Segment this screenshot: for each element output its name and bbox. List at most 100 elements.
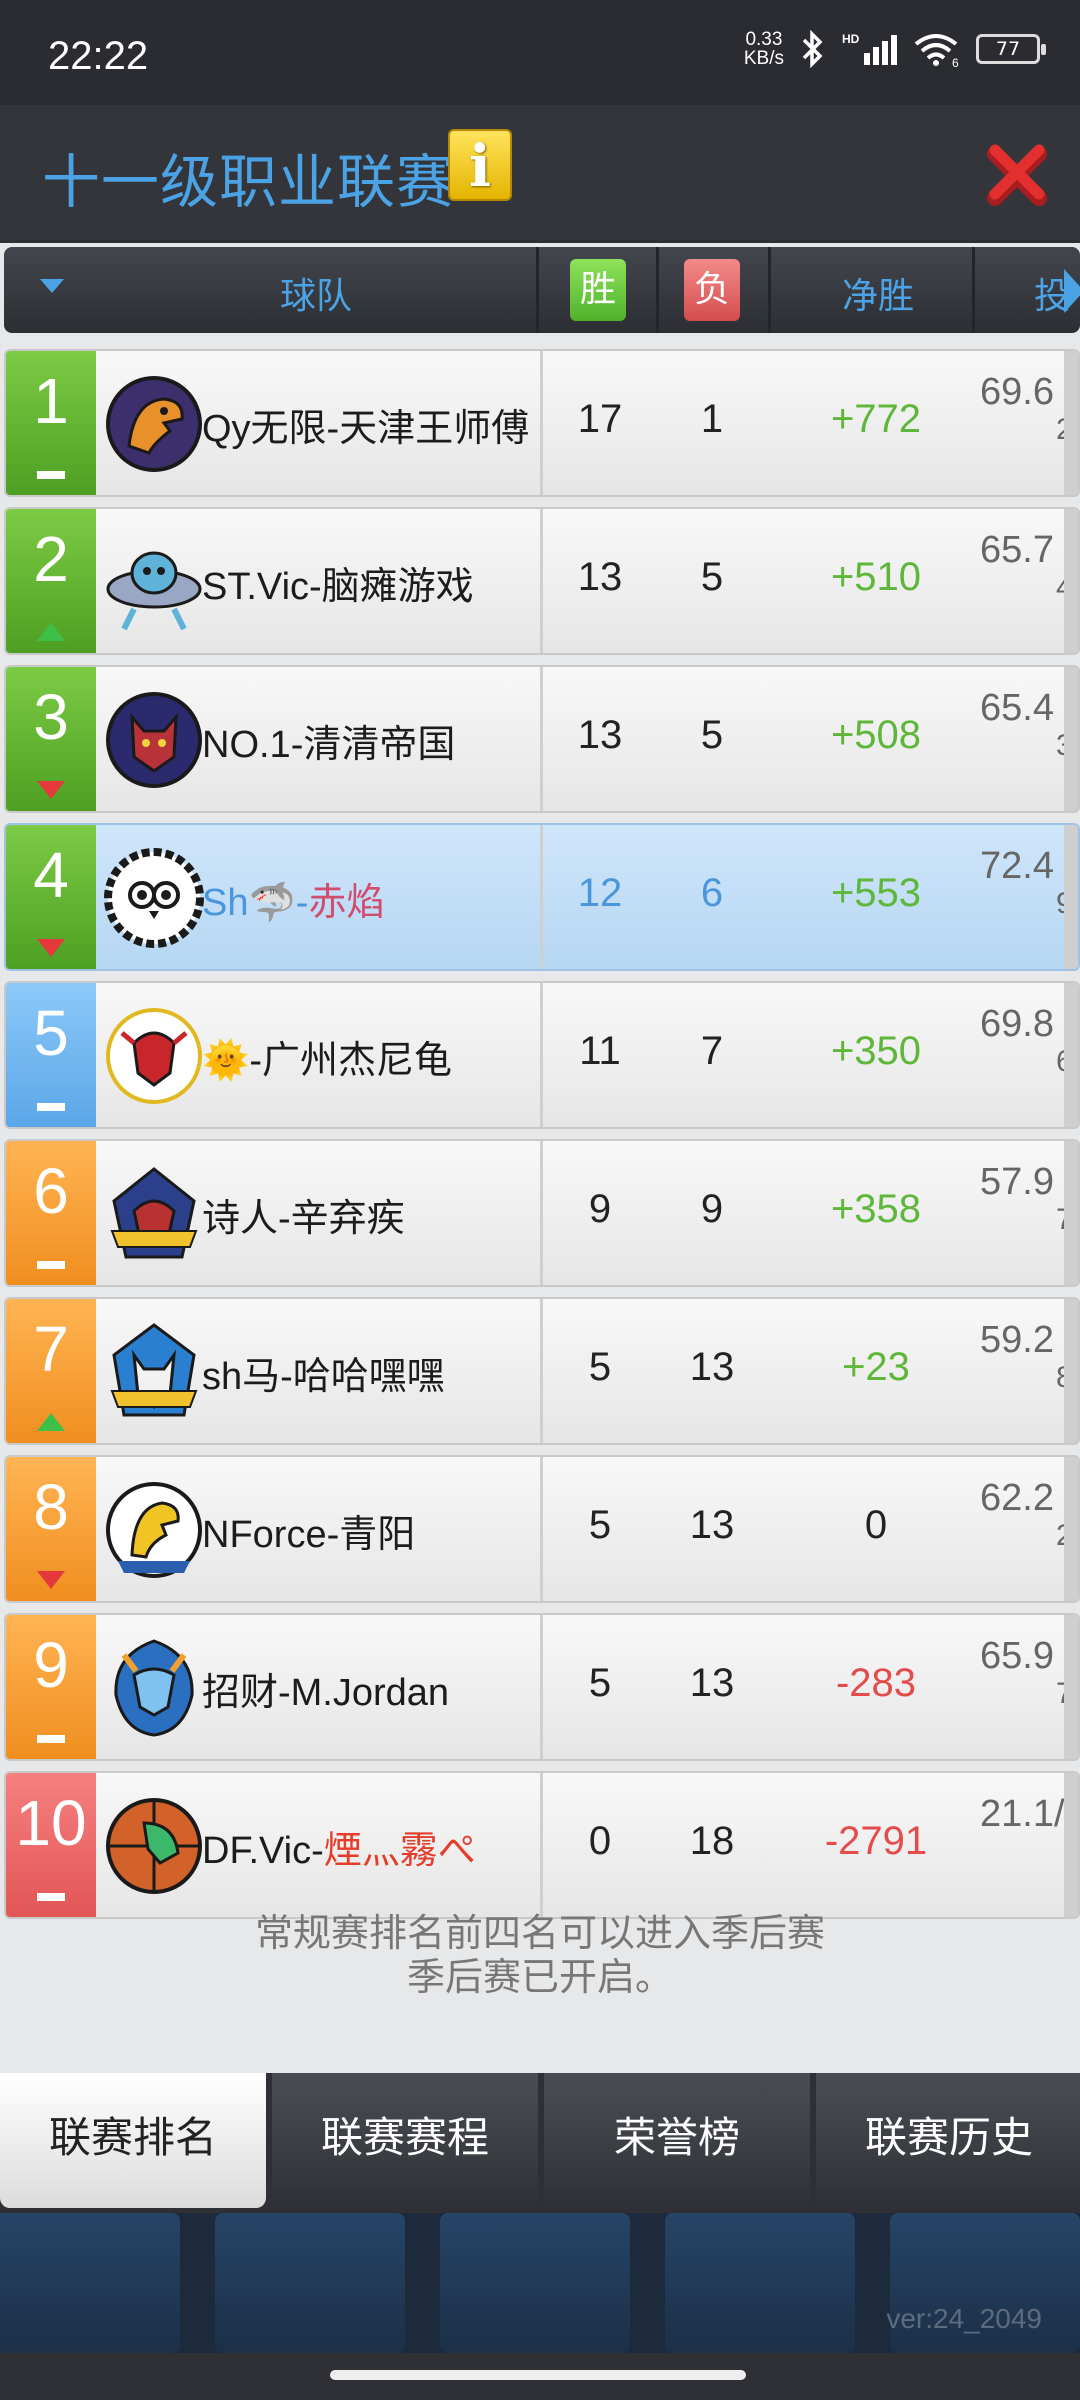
team-name: DF.Vic-煙灬霧ぺ [202,1819,476,1874]
trend-same-icon [37,1103,65,1111]
team-name-prefix: DF.Vic- [202,1830,324,1872]
team-name: Sh🦈-赤焰 [202,871,384,926]
table-row[interactable]: 2 ST.Vic-脑瘫游戏 13 5 +510 65.7 4 [4,507,1080,655]
header-team[interactable]: 球队 [280,267,352,319]
row-edge [1064,983,1078,1127]
trend-same-icon [37,1893,65,1901]
pct-value: 69.8 [980,1003,1054,1045]
scroll-right-icon[interactable] [1064,269,1080,313]
trend-same-icon [37,1735,65,1743]
table-row[interactable]: 10 DF.Vic-煙灬霧ぺ 0 18 -2791 21.1/ [4,1771,1080,1919]
team-name: ST.Vic-脑瘫游戏 [202,566,474,608]
row-edge [1064,1299,1078,1443]
team-logo-owl-icon [104,848,204,948]
wins-value: 17 [577,397,623,441]
row-edge [1064,1457,1078,1601]
header-divider [536,247,539,333]
team-logo-dragon-icon [106,1008,202,1104]
page-title: 十一级职业联赛 [42,148,456,216]
pct-value: 65.4 [980,687,1054,729]
tab-league-ranking[interactable]: 联赛排名 [0,2073,266,2208]
team-logo-wolf-icon [106,692,202,788]
table-row[interactable]: 1 Qy无限-天津王师傅 17 1 +772 69.6 2 [4,349,1080,497]
tab-league-history[interactable]: 联赛历史 [816,2073,1080,2208]
pct-value: 21.1/ [980,1793,1065,1835]
pct-value: 69.6 [980,371,1054,413]
row-edge [1064,351,1078,495]
nav-item-dimmed [215,2213,405,2353]
table-row[interactable]: 8 NForce-青阳 5 13 0 62.2 2 [4,1455,1080,1603]
wifi-icon: 6 [914,34,959,68]
trend-same-icon [37,1261,65,1269]
losses-value: 13 [689,1345,735,1389]
rank-number: 5 [33,997,69,1069]
team-logo-wolf-icon [110,1323,198,1417]
header-wins[interactable]: 胜 [570,259,626,321]
net-value: +510 [830,555,922,599]
team-name: sh马-哈哈嘿嘿 [202,1356,445,1398]
losses-value: 5 [700,713,724,757]
team-logo-basketball-icon [106,1798,202,1894]
column-divider [540,667,543,811]
column-divider [540,1457,543,1601]
pct-value: 59.2 [980,1319,1054,1361]
team-logo-dinosaur-icon [106,376,202,472]
close-icon[interactable] [985,140,1053,208]
table-row[interactable]: 3 NO.1-清清帝国 13 5 +508 65.4 3 [4,665,1080,813]
team-logo-ufo-icon [106,551,202,631]
column-divider [540,1773,543,1917]
net-value: 0 [864,1503,888,1547]
losses-value: 18 [689,1819,735,1863]
nav-item-dimmed [665,2213,855,2353]
row-edge [1064,667,1078,811]
pct-value: 65.9 [980,1635,1054,1677]
header-divider [656,247,659,333]
nav-item-dimmed [0,2213,180,2353]
playoff-note-line1: 常规赛排名前四名可以进入季后赛 [254,1911,825,1955]
losses-value: 5 [700,555,724,599]
rank-number: 2 [33,523,69,595]
wins-value: 5 [588,1345,612,1389]
rank-badge: 5 [6,983,96,1127]
table-row[interactable]: 9 招财-M.Jordan 5 13 -283 65.9 7 [4,1613,1080,1761]
pct-value: 62.2 [980,1477,1054,1519]
table-row[interactable]: 6 诗人-辛弃疾 9 9 +358 57.9 7 [4,1139,1080,1287]
net-value: +772 [830,397,922,441]
network-speed-unit: KB/s [743,48,784,69]
gesture-bar[interactable] [330,2370,746,2380]
table-row-current-team[interactable]: 4 Sh🦈-赤焰 12 6 +553 72.4 9 [4,823,1080,971]
sort-dropdown-icon[interactable] [40,279,64,293]
version-label: ver:24_2049 [886,2303,1042,2334]
cellular-signal-icon: HD [842,32,897,65]
rank-number: 9 [33,1629,69,1701]
team-name-suffix: 煙灬霧ぺ [323,1830,476,1872]
wins-value: 9 [588,1187,612,1231]
league-tabs: 联赛排名 联赛赛程 荣誉榜 联赛历史 [0,2073,1080,2213]
column-divider [540,1615,543,1759]
row-edge [1064,1773,1078,1917]
wins-value: 0 [588,1819,612,1863]
team-logo-dinosaur-icon [106,1482,202,1578]
header-divider [768,247,771,333]
rank-badge: 2 [6,509,96,653]
rank-number: 10 [15,1787,87,1859]
table-row[interactable]: 7 sh马-哈哈嘿嘿 5 13 +23 59.2 8 [4,1297,1080,1445]
row-edge [1064,509,1078,653]
rank-number: 6 [33,1155,69,1227]
info-icon[interactable]: i [448,129,512,201]
trend-down-icon [37,781,65,799]
table-row[interactable]: 5 🌞-广州杰尼龟 11 7 +350 69.8 6 [4,981,1080,1129]
column-divider [540,825,543,969]
team-logo-bull-icon [110,1167,198,1259]
rank-badge: 8 [6,1457,96,1601]
trend-same-icon [37,471,65,479]
tab-honor-roll[interactable]: 荣誉榜 [544,2073,810,2208]
net-value: +508 [830,713,922,757]
pct-value: 65.7 [980,529,1054,571]
net-value: +350 [830,1029,922,1073]
net-value: -2791 [824,1819,928,1863]
header-net[interactable]: 净胜 [842,267,914,319]
tab-league-schedule[interactable]: 联赛赛程 [272,2073,538,2208]
header-losses[interactable]: 负 [684,259,740,321]
battery-icon: 77 [976,34,1046,64]
